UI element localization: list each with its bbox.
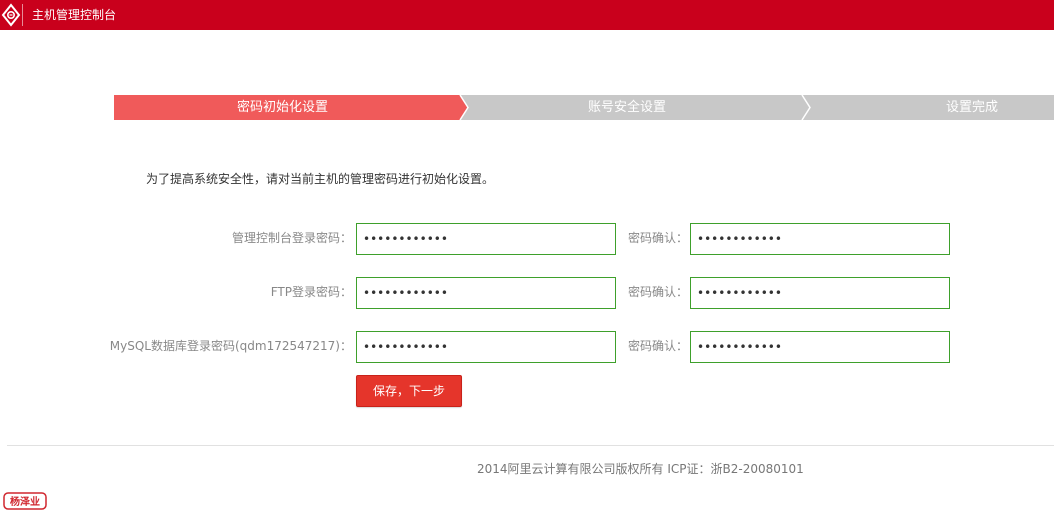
console-password-confirm-input[interactable] <box>690 223 950 255</box>
ftp-password-confirm-label: 密码确认： <box>628 285 689 299</box>
console-password-input[interactable] <box>356 223 616 255</box>
step-account-security: 账号安全设置 <box>588 100 667 115</box>
ftp-password-confirm-input[interactable] <box>690 277 950 309</box>
ftp-password-input[interactable] <box>356 277 616 309</box>
console-password-confirm-label: 密码确认： <box>628 231 689 245</box>
console-title[interactable]: 主机管理控制台 <box>32 7 116 23</box>
header-divider <box>22 4 23 26</box>
mysql-password-label: MySQL数据库登录密码(qdm172547217)： <box>109 339 352 353</box>
page: 主机管理控制台 密码初始化设置 账号安全设置 设置完成 为了提高系统安全性，请对… <box>0 0 1054 512</box>
mysql-password-confirm-label: 密码确认： <box>628 339 689 353</box>
step-3-shape <box>802 95 1054 120</box>
console-password-label: 管理控制台登录密码： <box>231 231 352 245</box>
step-complete: 设置完成 <box>946 100 999 115</box>
footer-divider <box>7 445 1054 446</box>
progress-steps: 密码初始化设置 账号安全设置 设置完成 <box>114 95 1054 120</box>
save-next-button[interactable]: 保存，下一步 <box>356 375 462 407</box>
ftp-password-label: FTP登录密码： <box>270 285 352 299</box>
intro-text: 为了提高系统安全性，请对当前主机的管理密码进行初始化设置。 <box>146 172 495 186</box>
step-password-init: 密码初始化设置 <box>237 100 329 115</box>
footer-copyright: 2014阿里云计算有限公司版权所有 ICP证：浙B2-20080101 <box>477 462 804 476</box>
mysql-password-input[interactable] <box>356 331 616 363</box>
aliyun-logo-icon[interactable] <box>0 0 22 30</box>
mysql-password-confirm-input[interactable] <box>690 331 950 363</box>
seal-stamp-icon: 杨泽业 <box>3 492 47 510</box>
seal-stamp-text: 杨泽业 <box>10 495 40 508</box>
top-header-bar: 主机管理控制台 <box>0 0 1054 30</box>
